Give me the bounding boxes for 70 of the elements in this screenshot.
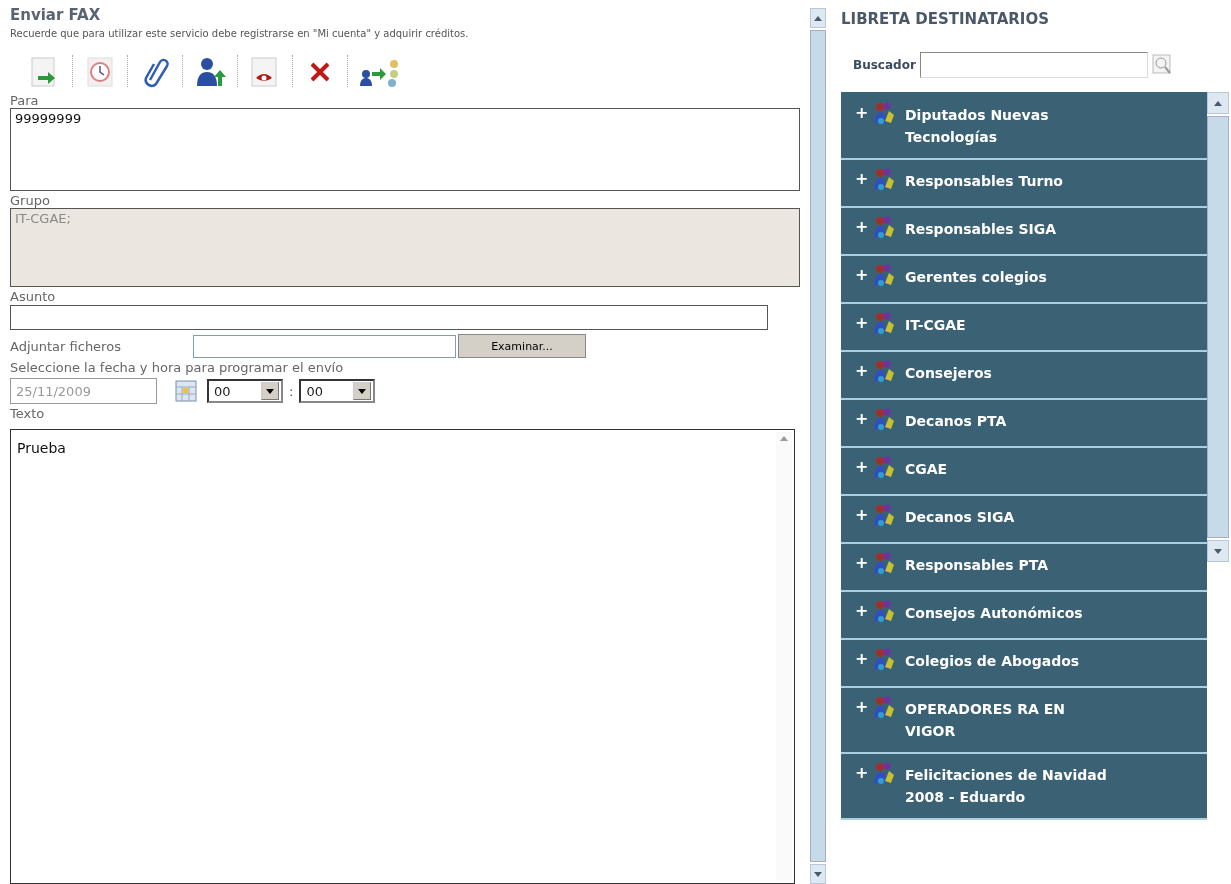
contact-group-item[interactable]: + Decanos SIGA — [841, 496, 1207, 544]
contact-group-item[interactable]: + Consejeros — [841, 352, 1207, 400]
dropdown-arrow-icon — [358, 388, 367, 394]
expander[interactable]: + — [855, 410, 867, 428]
expander[interactable]: + — [855, 554, 867, 572]
contact-group-item[interactable]: + Responsables PTA — [841, 544, 1207, 592]
people-group-icon — [873, 551, 895, 575]
scroll-up-arrow-icon[interactable] — [1214, 100, 1222, 106]
people-group-icon — [873, 503, 895, 527]
field-label: Grupo — [10, 193, 51, 208]
minute-select[interactable]: 00 — [299, 379, 376, 403]
dropdown-arrow-icon — [266, 388, 274, 394]
hour-select[interactable]: 00 — [207, 379, 283, 403]
people-group-icon — [873, 311, 895, 335]
contact-group-item[interactable]: + Gerentes colegios — [841, 256, 1207, 304]
expander[interactable]: + — [855, 362, 867, 380]
search-label: Buscador — [853, 58, 916, 72]
contact-group-item[interactable]: + Decanos PTA — [841, 400, 1207, 448]
subject-field[interactable] — [10, 305, 768, 330]
contact-group-item[interactable]: + Colegios de Abogados — [841, 640, 1207, 688]
people-group-icon — [873, 167, 895, 191]
people-group-icon — [873, 599, 895, 623]
field-label: Para — [10, 93, 40, 108]
time-separator: : — [289, 383, 294, 399]
scrollbar[interactable] — [776, 432, 792, 881]
expander[interactable]: + — [855, 458, 867, 476]
expander[interactable]: + — [855, 104, 867, 122]
browse-button[interactable]: Examinar... — [458, 334, 586, 358]
field-label: Asunto — [10, 289, 57, 304]
people-group-icon — [873, 761, 895, 785]
contact-group-item[interactable]: + OPERADORES RA EN VIGOR — [841, 688, 1207, 754]
contact-group-item[interactable]: + Responsables Turno — [841, 160, 1207, 208]
scroll-up-arrow-icon[interactable] — [780, 436, 788, 441]
people-group-icon — [873, 695, 895, 719]
expander[interactable]: + — [855, 170, 867, 188]
contact-group-item[interactable]: + CGAE — [841, 448, 1207, 496]
expander[interactable]: + — [855, 506, 867, 524]
expander[interactable]: + — [855, 602, 867, 620]
expander[interactable]: + — [855, 650, 867, 668]
people-group-icon — [873, 407, 895, 431]
expander[interactable]: + — [855, 266, 867, 284]
scroll-up-arrow-icon[interactable] — [814, 15, 822, 21]
panel-title: LIBRETA DESTINATARIOS — [841, 10, 1050, 28]
field-label: Seleccione la fecha y hora para programar el envío — [10, 360, 345, 375]
contact-group-item[interactable]: + Consejos Autonómicos — [841, 592, 1207, 640]
contact-group-item[interactable]: + Felicitaciones de Navidad 2008 - Eduardo — [841, 754, 1207, 820]
message-field[interactable]: Prueba — [10, 429, 795, 884]
file-path-field[interactable] — [193, 334, 456, 358]
notice-text: Recuerde que para utilizar este servicio debe registrarse en "Mi cuenta" y adquirir créditos. — [10, 28, 470, 39]
page-title: Enviar FAX — [10, 6, 102, 24]
recipient-field[interactable]: 99999999 — [10, 108, 800, 191]
people-group-icon — [873, 263, 895, 287]
people-group-icon — [873, 215, 895, 239]
people-group-icon — [873, 359, 895, 383]
expander[interactable]: + — [855, 764, 867, 782]
scroll-down-arrow-icon[interactable] — [814, 871, 822, 877]
contact-group-item[interactable]: + Responsables SIGA — [841, 208, 1207, 256]
field-label: Texto — [10, 406, 46, 421]
search-icon[interactable] — [1151, 54, 1172, 76]
expander[interactable]: + — [855, 314, 867, 332]
search-field[interactable] — [919, 52, 1148, 78]
expander[interactable]: + — [855, 218, 867, 236]
people-group-icon — [873, 455, 895, 479]
scroll-down-arrow-icon[interactable] — [1214, 548, 1222, 554]
people-group-icon — [873, 101, 895, 125]
scrollbar[interactable] — [810, 8, 826, 884]
people-group-icon — [873, 647, 895, 671]
contact-group-item[interactable]: + IT-CGAE — [841, 304, 1207, 352]
field-label: Adjuntar ficheros — [10, 338, 122, 354]
expander[interactable]: + — [855, 698, 867, 716]
